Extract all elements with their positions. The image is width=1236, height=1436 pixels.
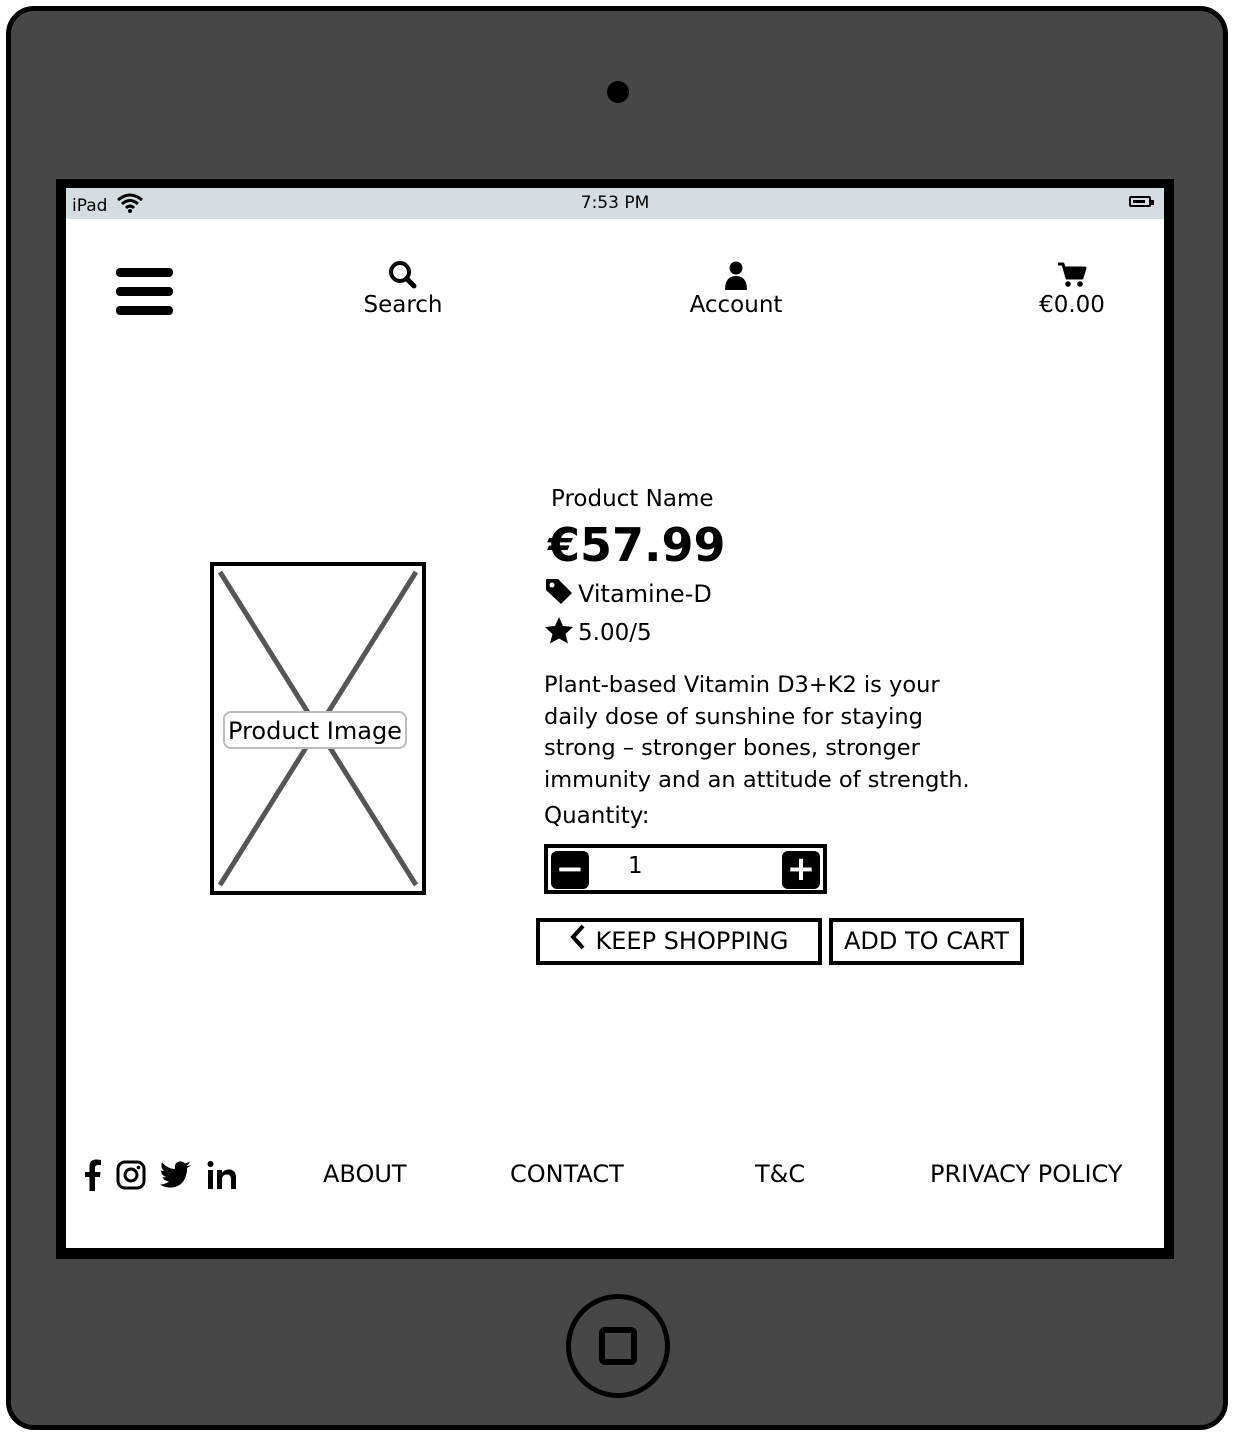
product-image-placeholder: Product Image [210, 562, 426, 895]
status-time: 7:53 PM [580, 193, 650, 213]
menu-bar [116, 287, 173, 296]
quantity-label: Quantity: [544, 803, 650, 829]
plus-icon: + [786, 849, 816, 889]
nav-cart[interactable]: €0.00 [1031, 260, 1113, 318]
quantity-decrement-button[interactable]: − [551, 851, 589, 889]
quantity-input[interactable]: 1 [628, 853, 643, 879]
product-rating: 5.00/5 [544, 616, 652, 650]
menu-bar [116, 306, 173, 315]
menu-hamburger-button[interactable] [116, 268, 173, 316]
facebook-icon[interactable] [84, 1159, 102, 1195]
nav-search[interactable]: Search [351, 260, 455, 318]
nav-account[interactable]: Account [682, 260, 790, 318]
product-image-label: Product Image [223, 711, 407, 749]
linkedin-icon[interactable] [206, 1160, 238, 1194]
add-to-cart-label: ADD TO CART [844, 927, 1009, 955]
cart-total: €0.00 [1039, 292, 1105, 318]
footer-link-contact[interactable]: CONTACT [510, 1160, 624, 1188]
product-category-label: Vitamine-D [578, 580, 712, 608]
screen: iPad 7:53 PM Search Account €0.00 Produc… [66, 188, 1164, 1248]
battery-icon [1129, 196, 1154, 207]
star-icon [544, 616, 574, 650]
camera-dot [607, 81, 629, 103]
product-name: Product Name [551, 486, 714, 512]
footer-social [84, 1159, 238, 1195]
chevron-left-icon [569, 923, 586, 962]
quantity-increment-button[interactable]: + [782, 851, 820, 889]
nav-search-label: Search [363, 292, 443, 318]
cart-icon [1031, 260, 1113, 292]
home-button-square [599, 1327, 637, 1365]
nav-account-label: Account [689, 292, 783, 318]
status-bar: iPad 7:53 PM [66, 188, 1164, 219]
tag-icon [544, 577, 574, 611]
quantity-stepper: − 1 + [544, 844, 827, 894]
product-rating-value: 5.00/5 [578, 620, 652, 646]
instagram-icon[interactable] [116, 1160, 146, 1194]
menu-bar [116, 268, 173, 277]
footer-link-about[interactable]: ABOUT [323, 1160, 407, 1188]
product-price: €57.99 [548, 518, 726, 572]
product-category[interactable]: Vitamine-D [544, 577, 712, 611]
user-icon [682, 260, 790, 292]
footer-link-terms[interactable]: T&C [755, 1160, 805, 1188]
add-to-cart-button[interactable]: ADD TO CART [829, 918, 1024, 965]
footer-link-privacy-policy[interactable]: PRIVACY POLICY [930, 1160, 1123, 1188]
product-description: Plant-based Vitamin D3+K2 is your daily … [544, 672, 970, 793]
minus-icon: − [555, 849, 585, 889]
keep-shopping-button[interactable]: KEEP SHOPPING [536, 918, 822, 965]
search-icon [351, 260, 455, 292]
keep-shopping-label: KEEP SHOPPING [595, 927, 789, 955]
twitter-icon[interactable] [160, 1161, 192, 1193]
home-button[interactable] [566, 1294, 670, 1398]
